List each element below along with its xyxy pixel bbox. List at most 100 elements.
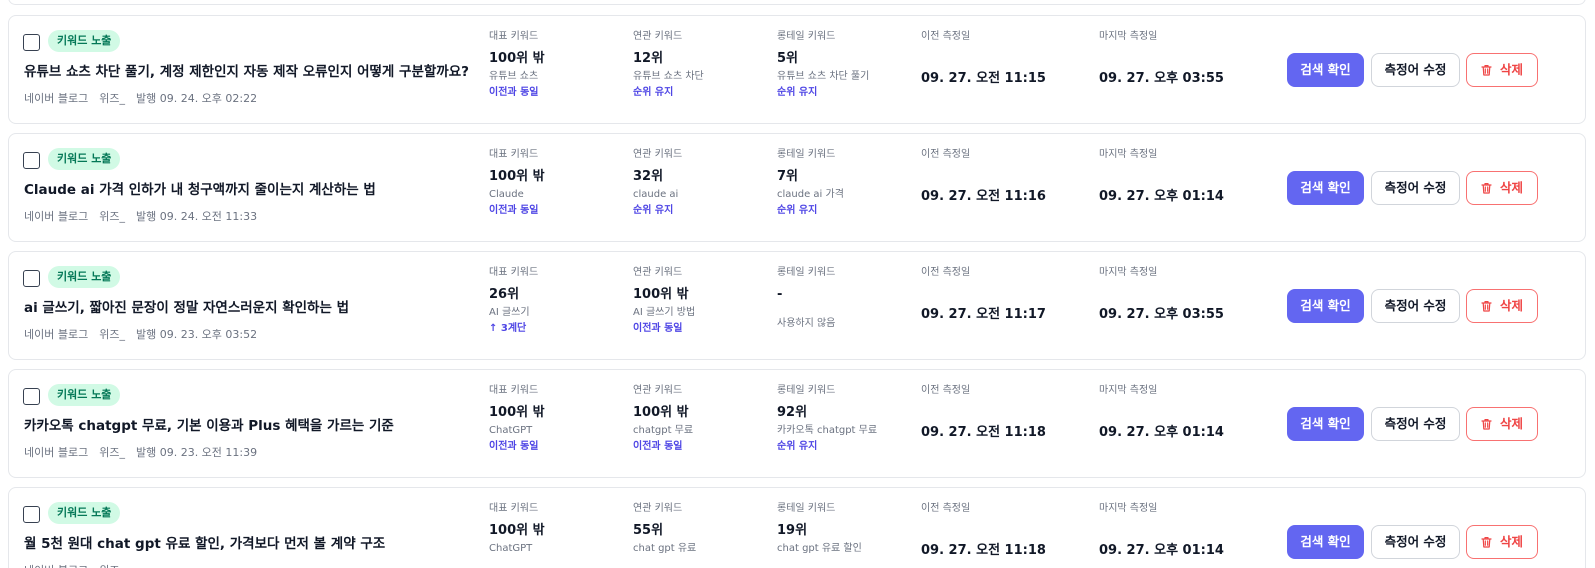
trash-icon [1481, 64, 1492, 76]
last-measure-label: 마지막 측정일 [1099, 31, 1158, 42]
post-card: 키워드 노출 유튜브 쇼츠 차단 풀기, 계정 제한인지 자동 제작 오류인지 … [8, 15, 1586, 124]
row-checkbox[interactable] [23, 506, 40, 523]
trash-icon [1481, 536, 1492, 548]
prev-measure-date: 09. 27. 오전 11:16 [921, 189, 1046, 204]
search-check-button[interactable]: 검색 확인 [1287, 53, 1364, 87]
delete-button[interactable]: 삭제 [1466, 407, 1538, 441]
status-badge: 키워드 노출 [48, 502, 121, 524]
longtail-keyword-rank: 7위 [777, 169, 799, 184]
post-card: 키워드 노출 ai 글쓰기, 짧아진 문장이 정말 자연스러운지 확인하는 법 … [8, 251, 1586, 360]
post-title[interactable]: Claude ai 가격 인하가 내 청구액까지 줄이는지 계산하는 법 [24, 178, 376, 198]
main-keyword-term: Claude [489, 189, 524, 200]
last-measure-date: 09. 27. 오후 01:14 [1099, 189, 1224, 204]
post-title[interactable]: 월 5천 원대 chat gpt 유료 할인, 가격보다 먼저 볼 계약 구조 [24, 532, 385, 552]
post-card: 키워드 노출 Claude ai 가격 인하가 내 청구액까지 줄이는지 계산하… [8, 133, 1586, 242]
row-checkbox[interactable] [23, 34, 40, 51]
last-measure-block: 마지막 측정일 09. 27. 오후 03:55 [1099, 266, 1224, 322]
longtail-keyword-rank: 5위 [777, 51, 799, 66]
prev-measure-block: 이전 측정일 09. 27. 오전 11:18 [921, 384, 1046, 440]
delete-button[interactable]: 삭제 [1466, 171, 1538, 205]
related-keyword-block: 연관 키워드 12위 유튜브 쇼츠 차단 순위 유지 [633, 30, 773, 100]
edit-keyword-button[interactable]: 측정어 수정 [1371, 289, 1460, 323]
last-measure-label: 마지막 측정일 [1099, 385, 1158, 396]
longtail-keyword-term: 카카오톡 chatgpt 무료 [777, 425, 878, 436]
longtail-keyword-block: 롱테일 키워드 7위 claude ai 가격 순위 유지 [777, 148, 917, 218]
delete-button-label: 삭제 [1499, 416, 1523, 431]
search-check-button[interactable]: 검색 확인 [1287, 407, 1364, 441]
main-keyword-label: 대표 키워드 [489, 31, 539, 42]
main-keyword-label: 대표 키워드 [489, 385, 539, 396]
status-badge: 키워드 노출 [48, 384, 121, 406]
related-keyword-rank: 32위 [633, 169, 664, 184]
main-keyword-label: 대표 키워드 [489, 267, 539, 278]
last-measure-date: 09. 27. 오후 03:55 [1099, 71, 1224, 86]
related-keyword-rank: 100위 밖 [633, 405, 689, 420]
longtail-keyword-label: 롱테일 키워드 [777, 149, 836, 160]
prev-measure-label: 이전 측정일 [921, 267, 971, 278]
longtail-keyword-label: 롱테일 키워드 [777, 267, 836, 278]
search-check-button[interactable]: 검색 확인 [1287, 525, 1364, 559]
post-title[interactable]: 카카오톡 chatgpt 무료, 기본 이용과 Plus 혜택을 가르는 기준 [24, 414, 394, 434]
longtail-keyword-block: 롱테일 키워드 19위 chat gpt 유료 할인 [777, 502, 917, 568]
post-meta: 네이버 블로그 위즈_ 발행 09. 23. 오전 11:39 [24, 444, 257, 460]
edit-keyword-button[interactable]: 측정어 수정 [1371, 53, 1460, 87]
main-keyword-label: 대표 키워드 [489, 149, 539, 160]
post-author: 위즈_ [99, 446, 125, 459]
related-keyword-label: 연관 키워드 [633, 385, 683, 396]
last-measure-label: 마지막 측정일 [1099, 503, 1158, 514]
main-keyword-change: 이전과 동일 [489, 87, 539, 98]
related-keyword-rank: 55위 [633, 523, 664, 538]
longtail-keyword-change: 순위 유지 [777, 87, 818, 98]
related-keyword-block: 연관 키워드 100위 밖 chatgpt 무료 이전과 동일 [633, 384, 773, 454]
related-keyword-rank: 100위 밖 [633, 287, 689, 302]
related-keyword-change: 순위 유지 [633, 87, 674, 98]
post-title[interactable]: ai 글쓰기, 짧아진 문장이 정말 자연스러운지 확인하는 법 [24, 296, 349, 316]
status-badge: 키워드 노출 [48, 30, 121, 52]
prev-measure-label: 이전 측정일 [921, 385, 971, 396]
longtail-keyword-term: 유튜브 쇼츠 차단 풀기 [777, 71, 870, 82]
post-author: 위즈_ [99, 92, 125, 105]
last-measure-block: 마지막 측정일 09. 27. 오후 01:14 [1099, 502, 1224, 558]
search-check-button[interactable]: 검색 확인 [1287, 289, 1364, 323]
longtail-keyword-rank: - [777, 287, 783, 302]
longtail-keyword-term: chat gpt 유료 할인 [777, 543, 862, 554]
search-check-button[interactable]: 검색 확인 [1287, 171, 1364, 205]
delete-button-label: 삭제 [1499, 62, 1523, 77]
prev-measure-date: 09. 27. 오전 11:15 [921, 71, 1046, 86]
delete-button[interactable]: 삭제 [1466, 525, 1538, 559]
related-keyword-term: chat gpt 유료 [633, 543, 697, 554]
row-checkbox[interactable] [23, 388, 40, 405]
related-keyword-block: 연관 키워드 55위 chat gpt 유료 [633, 502, 773, 568]
edit-keyword-button[interactable]: 측정어 수정 [1371, 171, 1460, 205]
edit-keyword-button[interactable]: 측정어 수정 [1371, 407, 1460, 441]
related-keyword-rank: 12위 [633, 51, 664, 66]
post-card: 키워드 노출 카카오톡 chatgpt 무료, 기본 이용과 Plus 혜택을 … [8, 369, 1586, 478]
edit-keyword-button[interactable]: 측정어 수정 [1371, 525, 1460, 559]
longtail-keyword-rank: 19위 [777, 523, 808, 538]
post-source: 네이버 블로그 [24, 446, 89, 459]
row-checkbox[interactable] [23, 270, 40, 287]
delete-button[interactable]: 삭제 [1466, 289, 1538, 323]
delete-button[interactable]: 삭제 [1466, 53, 1538, 87]
status-badge: 키워드 노출 [48, 148, 121, 170]
prev-measure-block: 이전 측정일 09. 27. 오전 11:17 [921, 266, 1046, 322]
post-author: 위즈_ [99, 328, 125, 341]
prev-measure-label: 이전 측정일 [921, 31, 971, 42]
related-keyword-label: 연관 키워드 [633, 31, 683, 42]
post-source: 네이버 블로그 [24, 562, 88, 568]
prev-measure-block: 이전 측정일 09. 27. 오전 11:16 [921, 148, 1046, 204]
trash-icon [1481, 182, 1492, 194]
row-checkbox[interactable] [23, 152, 40, 169]
post-meta: 네이버 블로그 위즈_ 발행 09. 23. 오후 03:52 [24, 326, 257, 342]
main-keyword-term: 유튜브 쇼츠 [489, 71, 539, 82]
main-keyword-block: 대표 키워드 100위 밖 ChatGPT [489, 502, 629, 568]
main-keyword-term: ChatGPT [489, 425, 533, 436]
post-title[interactable]: 유튜브 쇼츠 차단 풀기, 계정 제한인지 자동 제작 오류인지 어떻게 구분할… [24, 60, 469, 80]
longtail-keyword-label: 롱테일 키워드 [777, 503, 836, 514]
related-keyword-term: AI 글쓰기 방법 [633, 307, 696, 318]
post-published: 발행 09. 23. 오전 11:39 [135, 446, 258, 459]
longtail-keyword-block: 롱테일 키워드 92위 카카오톡 chatgpt 무료 순위 유지 [777, 384, 917, 454]
last-measure-block: 마지막 측정일 09. 27. 오후 03:55 [1099, 30, 1224, 86]
main-keyword-rank: 100위 밖 [489, 51, 545, 66]
main-keyword-block: 대표 키워드 100위 밖 ChatGPT 이전과 동일 [489, 384, 629, 454]
